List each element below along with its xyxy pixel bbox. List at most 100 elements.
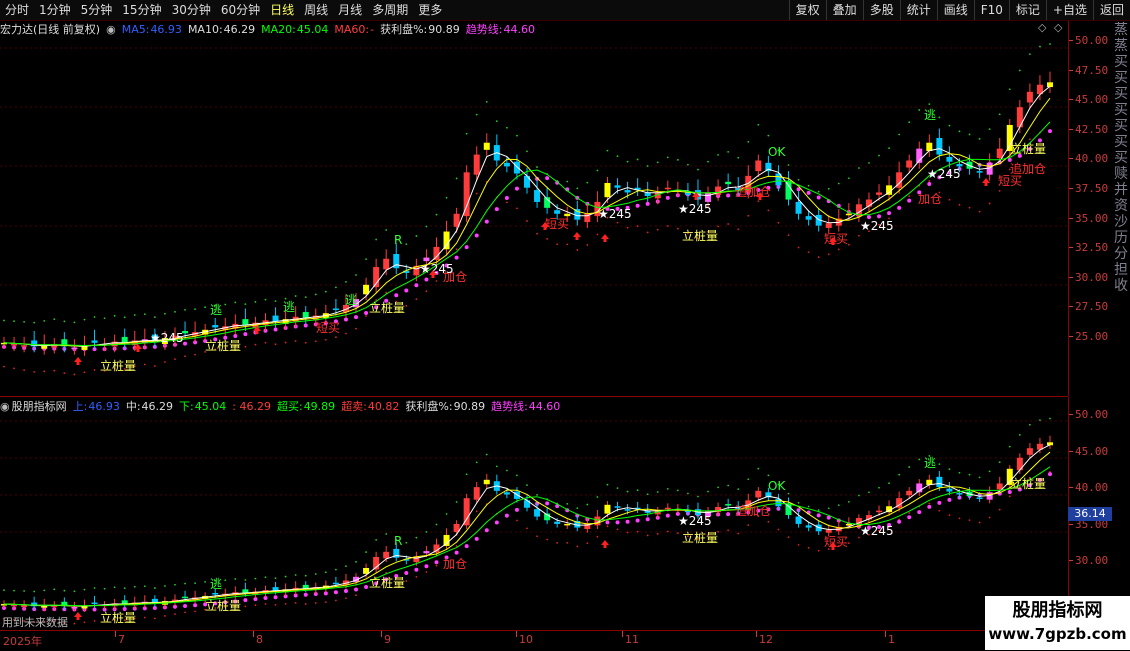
sub-upper-band-dot <box>505 469 508 472</box>
axis-tick: 30.00 <box>1068 270 1109 284</box>
sub-lower-band-dot <box>998 508 1001 511</box>
main-trend-dot <box>514 186 519 191</box>
main-upper-band-dot <box>1049 43 1051 45</box>
main-ma-line-0 <box>3 85 1051 347</box>
signal-stand: 立桩量 <box>1010 476 1046 491</box>
main-lower-band-dot <box>73 373 76 376</box>
sub-upper-band-dot <box>526 484 528 487</box>
sub-upper-band-dot <box>797 501 800 504</box>
sub-trend-dot <box>897 519 902 524</box>
sub-upper-band-dot <box>968 473 971 476</box>
sub-lower-band-dot <box>284 602 287 605</box>
sub-trend-dot <box>434 560 439 565</box>
signal-star: ★245 <box>150 331 184 345</box>
main-candle <box>624 190 631 193</box>
main-upper-band-dot <box>505 126 508 129</box>
sub-upper-band-dot <box>274 577 277 580</box>
main-candle <box>1016 107 1023 128</box>
sub-candle <box>876 510 883 513</box>
sub-upper-band-dot <box>978 476 981 479</box>
month-label: 9 <box>384 633 391 646</box>
main-upper-band-dot <box>958 130 961 133</box>
sub-lower-band-dot <box>616 528 619 531</box>
signal-short-buy: 短买 <box>998 174 1022 188</box>
signal-short-buy: 短买 <box>545 217 569 231</box>
main-trend-dot <box>1048 129 1052 134</box>
main-lower-band-dot <box>858 234 860 237</box>
sub-upper-band-dot <box>878 486 880 489</box>
sub-trend-dot <box>635 518 640 523</box>
main-upper-band-dot <box>63 320 66 323</box>
signal-short-buy: 短买 <box>316 321 340 335</box>
main-upper-band-dot <box>656 161 659 164</box>
signal-stand: 立桩量 <box>369 575 405 590</box>
main-candle <box>91 340 98 343</box>
sub-candle <box>383 551 390 559</box>
main-trend-dot <box>504 196 509 201</box>
sub-upper-band-dot <box>335 568 337 571</box>
main-trend-dot <box>394 293 399 298</box>
buy-arrow-icon <box>573 232 581 240</box>
sub-lower-band-dot <box>355 594 357 597</box>
main-upper-band-dot <box>767 134 770 137</box>
main-upper-band-dot <box>304 296 307 299</box>
main-upper-band-dot <box>314 293 317 296</box>
sub-upper-band-dot <box>596 496 599 498</box>
sub-upper-band-dot <box>324 571 327 574</box>
axis-tick: 40.00 <box>1068 481 1109 494</box>
sub-upper-band-dot <box>676 489 679 492</box>
main-lower-band-dot <box>23 369 26 372</box>
sub-candle <box>212 592 219 595</box>
main-lower-band-dot <box>284 341 287 344</box>
sub-lower-band-dot <box>586 542 589 545</box>
main-upper-band-dot <box>244 303 247 306</box>
signal-stand: 立桩量 <box>1010 141 1046 156</box>
main-upper-band-dot <box>576 187 579 190</box>
sub-lower-band-dot <box>516 519 518 522</box>
main-upper-band-dot <box>1028 53 1031 56</box>
toolbar-button-8[interactable]: 返回 <box>1092 0 1130 20</box>
main-upper-band-dot <box>143 313 146 316</box>
signal-chase-add: 追加仓 <box>735 184 771 199</box>
main-upper-band-dot <box>878 154 880 157</box>
main-candle <box>986 162 993 175</box>
sub-upper-band-dot <box>153 587 156 589</box>
sub-trend-dot <box>665 513 670 518</box>
sub-upper-band-dot <box>123 587 126 590</box>
main-upper-band-dot <box>53 318 56 321</box>
sub-candle <box>423 551 430 554</box>
main-lower-band-dot <box>908 195 911 198</box>
brand-url: www.7gpzb.com <box>988 625 1127 643</box>
main-upper-band-dot <box>184 308 186 311</box>
sub-lower-band-dot <box>676 532 679 535</box>
main-trend-dot <box>907 198 912 203</box>
signal-escape: 逃 <box>210 577 222 591</box>
signal-star: ★245 <box>420 262 454 276</box>
sub-upper-band-dot <box>948 468 951 471</box>
sub-upper-band-dot <box>747 478 750 481</box>
axis-tick: 27.50 <box>1068 300 1109 314</box>
main-lower-band-dot <box>536 232 538 235</box>
sub-upper-band-dot <box>234 578 237 580</box>
main-upper-band-dot <box>858 167 860 169</box>
main-candle <box>272 315 279 322</box>
signal-ok: OK <box>768 145 786 159</box>
sub-candle <box>564 523 571 526</box>
sub-upper-band-dot <box>83 588 86 591</box>
sub-candle <box>604 504 611 514</box>
main-upper-band-dot <box>375 238 378 241</box>
sub-upper-band-dot <box>33 590 36 593</box>
sub-upper-band-dot <box>294 574 297 576</box>
main-lower-band-dot <box>847 243 850 246</box>
signal-star: ★245 <box>860 219 894 233</box>
sub-lower-band-dot <box>83 621 86 624</box>
sub-lower-band-dot <box>475 510 478 513</box>
signal-escape: 逃 <box>210 303 222 317</box>
price-chart[interactable]: 立桩量立桩量立桩量立桩量立桩量逃逃逃逃加仓加仓短买短买短买短买★245★245 ★… <box>0 0 1068 630</box>
sub-upper-band-dot <box>133 585 136 588</box>
sub-lower-band-dot <box>908 512 911 514</box>
sub-lower-band-dot <box>636 530 639 533</box>
main-trend-dot <box>927 181 932 186</box>
sub-lower-band-dot <box>958 517 961 520</box>
buy-arrow-icon <box>601 540 609 548</box>
